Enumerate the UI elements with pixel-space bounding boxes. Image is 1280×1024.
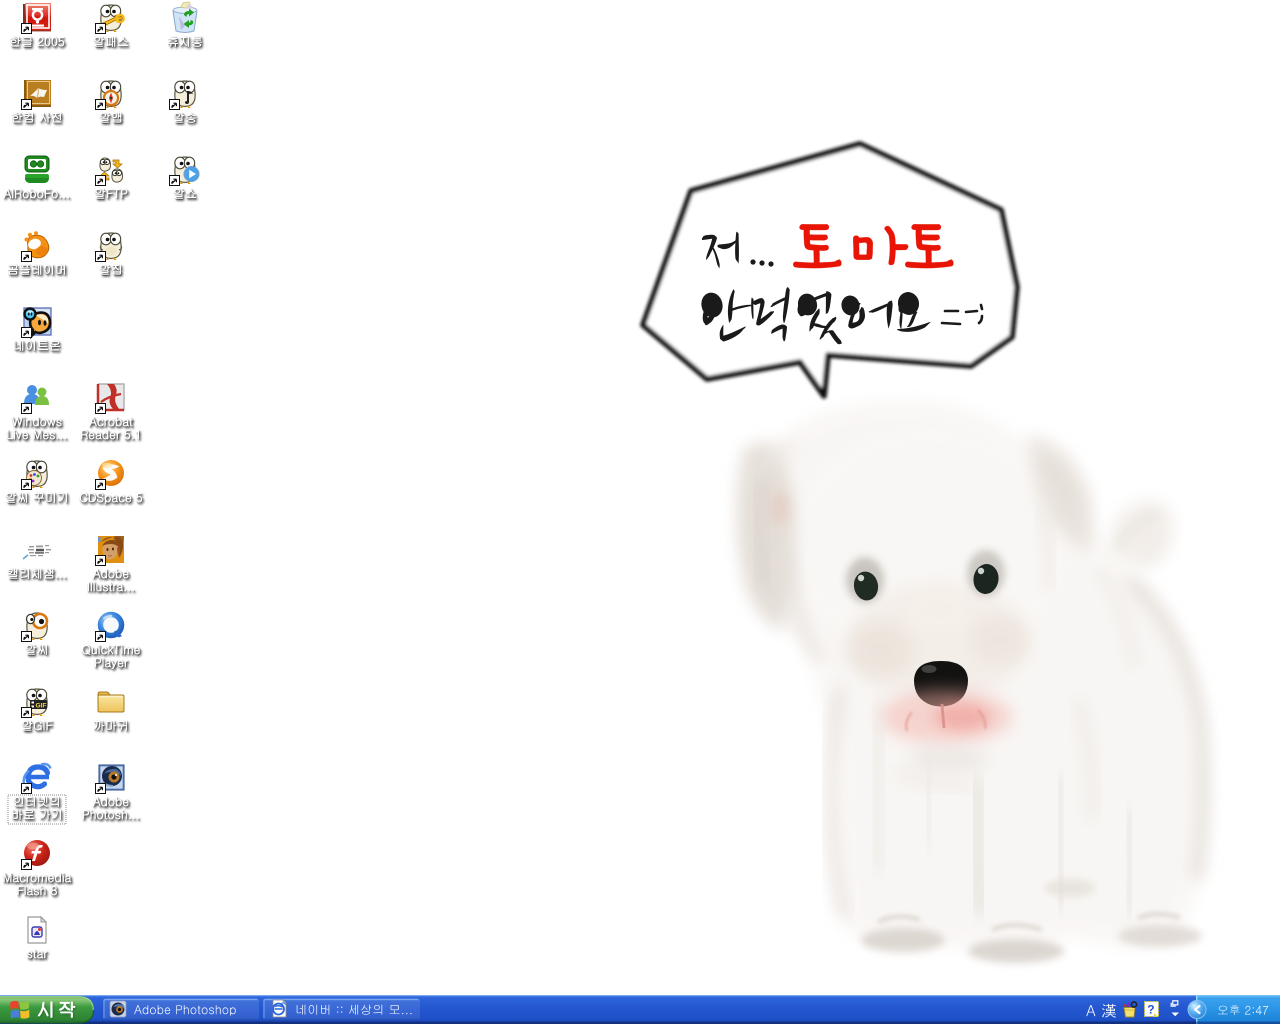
svg-text:GIF: GIF bbox=[36, 703, 47, 710]
svg-text:?: ? bbox=[1147, 1003, 1154, 1017]
